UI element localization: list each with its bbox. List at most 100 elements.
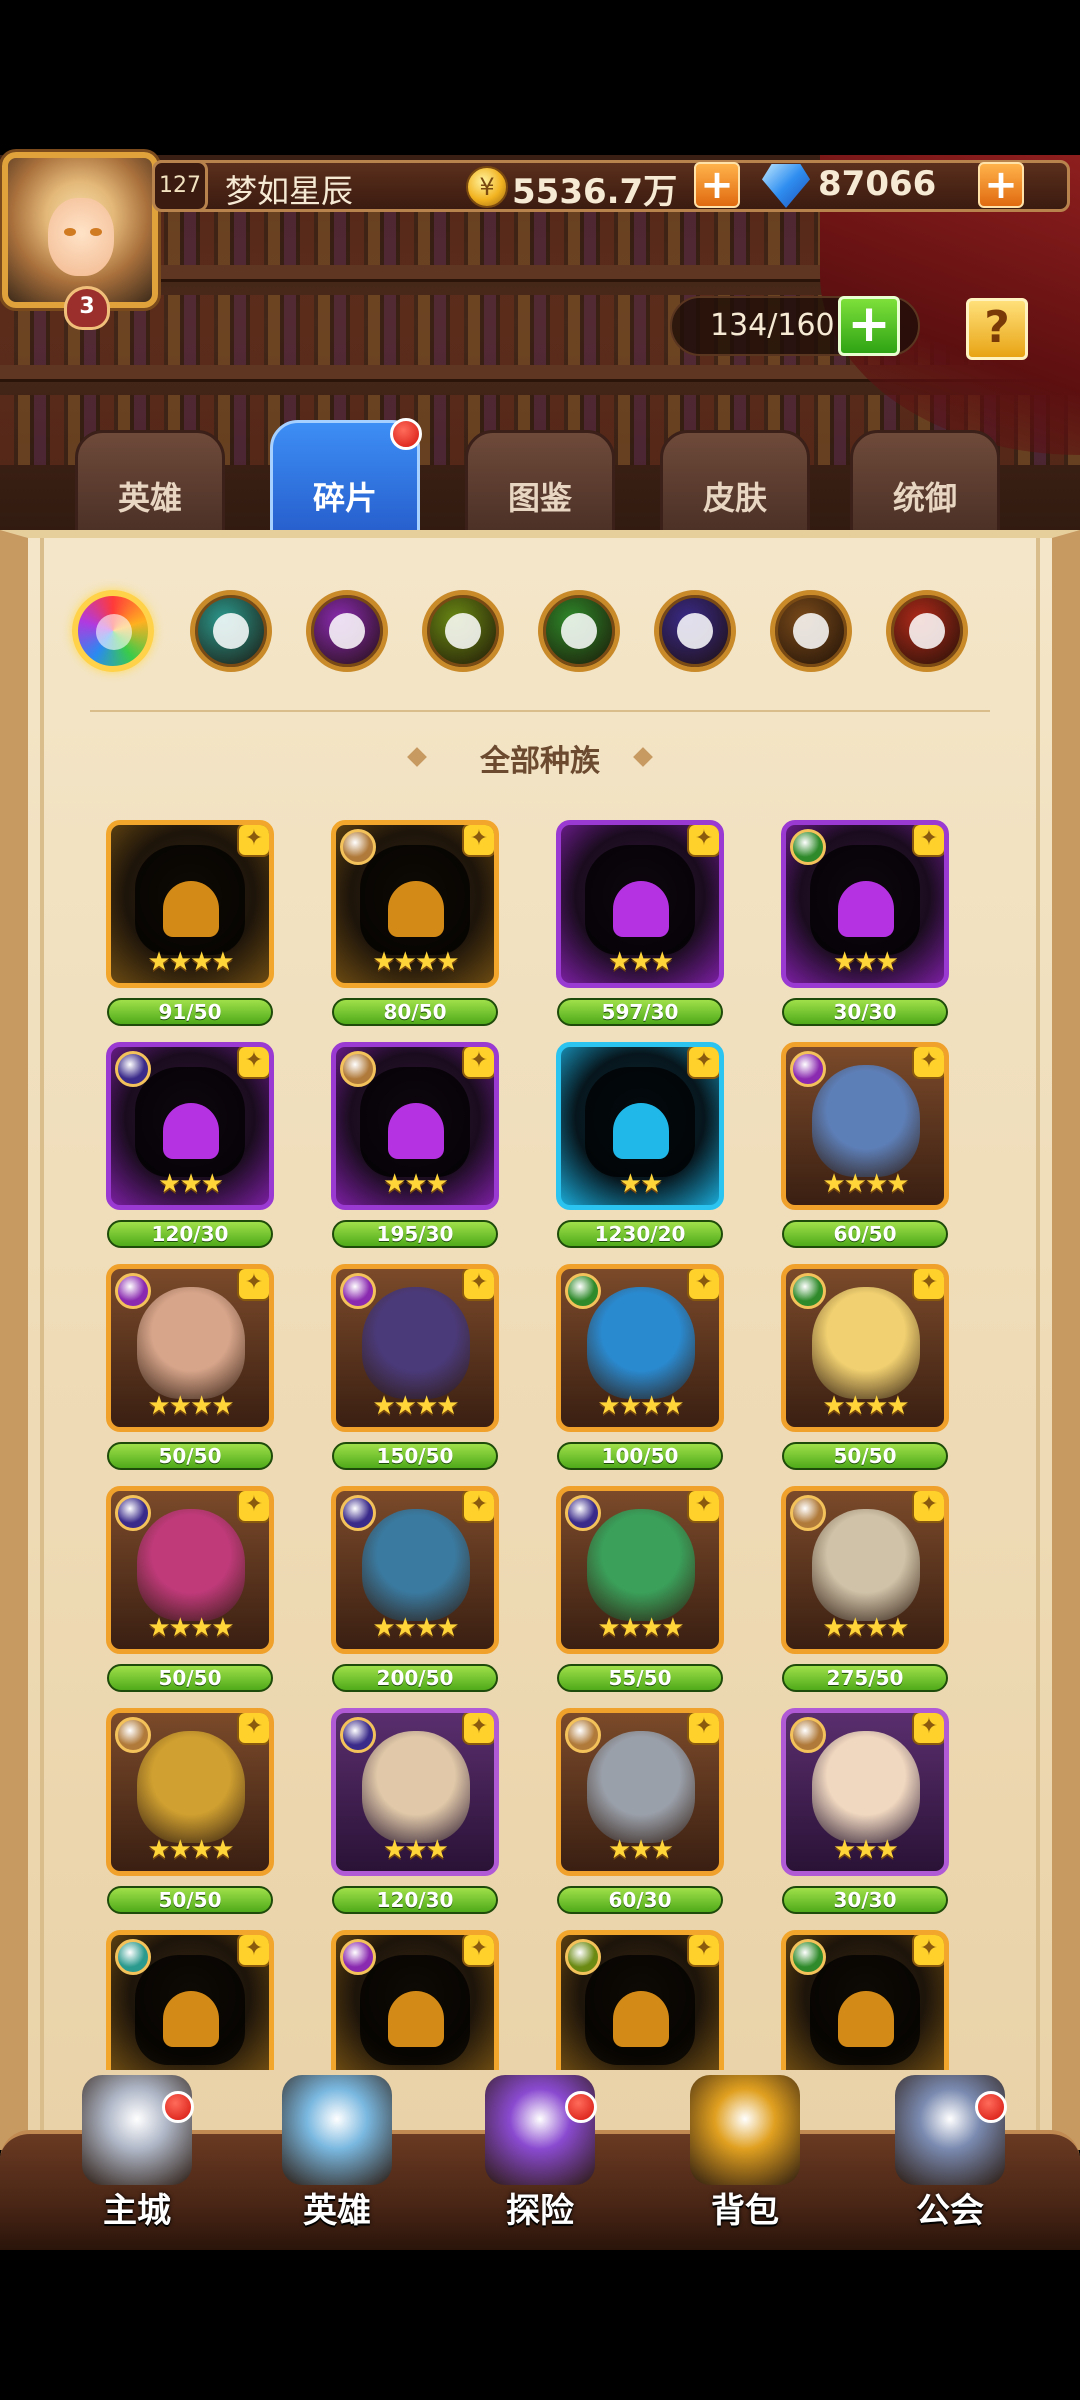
fragment-card[interactable]: ✦ ★★★ <box>556 820 724 988</box>
fragment-card[interactable]: ✦ ★★★★ <box>331 1264 499 1432</box>
star-rating: ★★★ <box>608 1835 674 1865</box>
race-badge-icon <box>115 1051 151 1087</box>
fragment-card[interactable]: ✦ ★★★★ <box>781 1042 949 1210</box>
fragment-progress-bar: 120/30 <box>332 1886 498 1914</box>
bag-icon <box>690 2075 800 2185</box>
fragment-card[interactable]: ✦ ★★★ <box>781 1708 949 1876</box>
puzzle-piece-icon: ✦ <box>462 1935 494 1967</box>
silhouette-mark <box>163 1103 219 1159</box>
star-rating: ★★★ <box>608 947 674 977</box>
hero-portrait <box>812 1287 920 1399</box>
fragment-card[interactable]: ✦ <box>106 1930 274 2070</box>
race-badge-icon <box>565 1939 601 1975</box>
fragment-count: 100/50 <box>601 1444 679 1468</box>
race-badge-icon <box>340 829 376 865</box>
star-rating: ★★★★ <box>372 1613 459 1643</box>
fragment-count: 60/50 <box>833 1222 897 1246</box>
nav-portal[interactable]: 探险 <box>455 2075 625 2245</box>
star-rating: ★★★★ <box>822 1169 909 1199</box>
puzzle-piece-icon: ✦ <box>687 1713 719 1745</box>
fragment-card[interactable]: ✦ <box>331 1930 499 2070</box>
notification-dot <box>975 2091 1007 2123</box>
nav-bag[interactable]: 背包 <box>660 2075 830 2245</box>
fragment-count: 597/30 <box>601 1000 679 1024</box>
hero-portrait <box>362 1509 470 1621</box>
fragment-progress-bar: 55/50 <box>557 1664 723 1692</box>
fragment-card[interactable]: ✦ ★★★ <box>556 1708 724 1876</box>
fragment-progress-bar: 50/50 <box>107 1886 273 1914</box>
fragment-count: 50/50 <box>833 1444 897 1468</box>
fragment-count: 50/50 <box>158 1444 222 1468</box>
hero-portrait <box>812 1065 920 1177</box>
fragment-progress-bar: 1230/20 <box>557 1220 723 1248</box>
star-rating: ★★ <box>618 1169 664 1199</box>
hero-portrait <box>362 1731 470 1843</box>
fragment-card[interactable]: ✦ ★★★ <box>781 820 949 988</box>
fragment-progress-bar: 80/50 <box>332 998 498 1026</box>
fragment-card[interactable]: ✦ ★★★★ <box>331 820 499 988</box>
fragment-card[interactable]: ✦ ★★★★ <box>331 1486 499 1654</box>
notification-dot <box>162 2091 194 2123</box>
fragment-count: 200/50 <box>376 1666 454 1690</box>
race-badge-icon <box>115 1939 151 1975</box>
fragment-card[interactable]: ✦ ★★★★ <box>556 1486 724 1654</box>
fragment-card[interactable]: ✦ ★★★★ <box>106 1708 274 1876</box>
nav-hero[interactable]: 英雄 <box>252 2075 422 2245</box>
fragment-card[interactable]: ✦ ★★★ <box>331 1708 499 1876</box>
fragment-card[interactable]: ✦ ★★★★ <box>106 1486 274 1654</box>
silhouette-mark <box>613 1991 669 2047</box>
nav-guild[interactable]: 公会 <box>865 2075 1035 2245</box>
nav-label: 公会 <box>916 2191 984 2231</box>
race-badge-icon <box>565 1717 601 1753</box>
star-rating: ★★★★ <box>147 1835 234 1865</box>
race-badge-icon <box>790 1717 826 1753</box>
race-badge-icon <box>115 1273 151 1309</box>
fragment-count: 50/50 <box>158 1888 222 1912</box>
fragment-card[interactable]: ✦ ★★★★ <box>781 1264 949 1432</box>
race-badge-icon <box>790 1273 826 1309</box>
nav-castle[interactable]: 主城 <box>52 2075 222 2245</box>
race-badge-icon <box>115 1717 151 1753</box>
fragment-progress-bar: 120/30 <box>107 1220 273 1248</box>
race-badge-icon <box>565 1273 601 1309</box>
fragment-progress-bar: 60/30 <box>557 1886 723 1914</box>
fragment-count: 195/30 <box>376 1222 454 1246</box>
fragment-card[interactable]: ✦ ★★★ <box>331 1042 499 1210</box>
race-badge-icon <box>565 1495 601 1531</box>
fragment-card[interactable]: ✦ ★★★★ <box>781 1486 949 1654</box>
fragment-card[interactable]: ✦ ★★ <box>556 1042 724 1210</box>
star-rating: ★★★ <box>383 1169 449 1199</box>
fragment-progress-bar: 597/30 <box>557 998 723 1026</box>
star-rating: ★★★★ <box>597 1391 684 1421</box>
fragment-count: 55/50 <box>608 1666 672 1690</box>
fragment-card[interactable]: ✦ <box>781 1930 949 2070</box>
fragment-card[interactable]: ✦ ★★★ <box>106 1042 274 1210</box>
fragment-card[interactable]: ✦ <box>556 1930 724 2070</box>
fragment-count: 30/30 <box>833 1000 897 1024</box>
race-badge-icon <box>790 1051 826 1087</box>
fragment-progress-bar: 50/50 <box>107 1442 273 1470</box>
puzzle-piece-icon: ✦ <box>237 1491 269 1523</box>
fragment-progress-bar: 100/50 <box>557 1442 723 1470</box>
fragment-progress-bar: 91/50 <box>107 998 273 1026</box>
puzzle-piece-icon: ✦ <box>912 1269 944 1301</box>
puzzle-piece-icon: ✦ <box>912 825 944 857</box>
fragment-card[interactable]: ✦ ★★★★ <box>106 1264 274 1432</box>
puzzle-piece-icon: ✦ <box>462 1269 494 1301</box>
fragment-count: 60/30 <box>608 1888 672 1912</box>
puzzle-piece-icon: ✦ <box>687 825 719 857</box>
fragment-grid: ✦ ★★★★ 91/50 ✦ ★★★★ 80/50 ✦ ★★★ 597/30 ✦ ★★★ 30/30 ✦… <box>0 0 1080 2400</box>
race-badge-icon <box>790 1939 826 1975</box>
fragment-card[interactable]: ✦ ★★★★ <box>106 820 274 988</box>
fragment-card[interactable]: ✦ ★★★★ <box>556 1264 724 1432</box>
puzzle-piece-icon: ✦ <box>687 1047 719 1079</box>
fragment-count: 120/30 <box>376 1888 454 1912</box>
fragment-progress-bar: 150/50 <box>332 1442 498 1470</box>
hero-portrait <box>137 1731 245 1843</box>
fragment-progress-bar: 275/50 <box>782 1664 948 1692</box>
hero-portrait <box>137 1509 245 1621</box>
silhouette-mark <box>613 1103 669 1159</box>
fragment-count: 80/50 <box>383 1000 447 1024</box>
silhouette-mark <box>838 881 894 937</box>
fragment-progress-bar: 30/30 <box>782 998 948 1026</box>
